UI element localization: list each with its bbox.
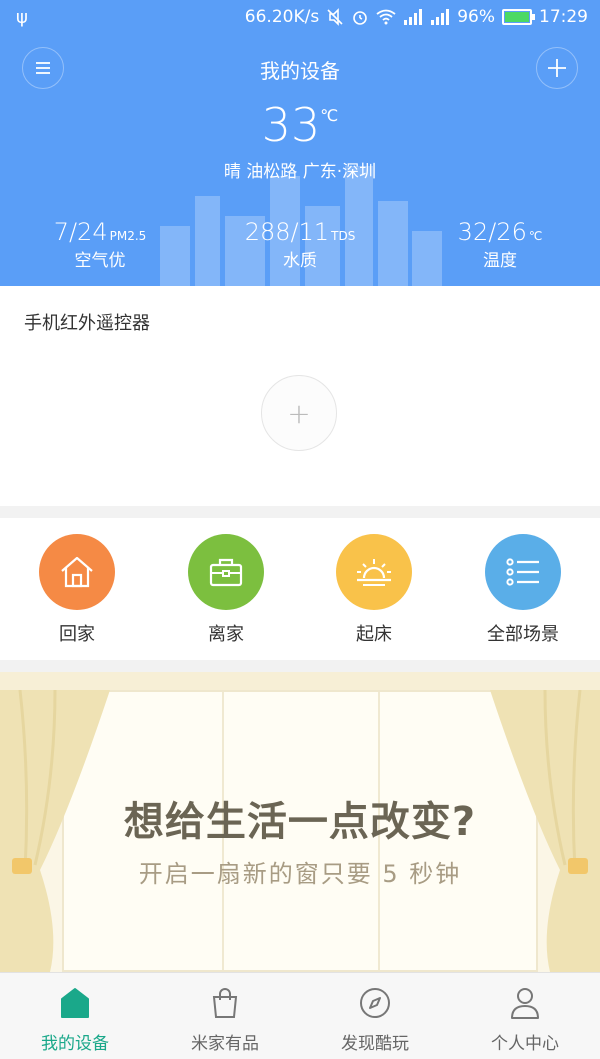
sunrise-icon <box>357 559 391 586</box>
add-device-button[interactable] <box>536 47 578 89</box>
weather-temperature[interactable]: 33℃ <box>0 98 600 152</box>
scene-home[interactable]: 回家 <box>12 534 142 646</box>
status-bar: ψ 66.20K/s 96% 17:29 <box>0 0 600 36</box>
banner-subtitle: 开启一扇新的窗只要 5 秒钟 <box>138 860 462 888</box>
temperature-value: 33 <box>261 98 321 152</box>
bottom-navigation: 我的设备 米家有品 发现酷玩 个人中心 <box>0 972 600 1059</box>
stat-label: 温度 <box>483 251 517 271</box>
compass-icon <box>360 988 390 1018</box>
scene-label: 起床 <box>356 624 392 645</box>
scene-wake-circle <box>336 534 412 610</box>
wifi-icon <box>376 9 396 25</box>
clock: 17:29 <box>539 7 588 27</box>
scene-leave[interactable]: 离家 <box>161 534 291 646</box>
header: ψ 66.20K/s 96% 17:29 我的设备 33℃ 晴 油松路 广东·深… <box>0 0 600 286</box>
tab-youpin[interactable]: 米家有品 <box>150 985 300 1054</box>
tab-label: 发现酷玩 <box>341 1034 409 1054</box>
home-filled-icon <box>61 988 89 1018</box>
plus-icon <box>548 59 566 77</box>
scene-label: 全部场景 <box>487 624 559 645</box>
plus-icon: + <box>287 396 311 430</box>
stat-value: 288/11 <box>244 218 330 246</box>
alarm-icon <box>353 11 368 25</box>
promo-banner[interactable]: 想给生活一点改变? 开启一扇新的窗只要 5 秒钟 <box>0 672 600 972</box>
signal-icon-2 <box>431 9 450 25</box>
banner-title: 想给生活一点改变? <box>123 799 477 845</box>
tab-profile[interactable]: 个人中心 <box>450 985 600 1054</box>
scene-label: 离家 <box>208 624 244 645</box>
usb-icon: ψ <box>16 7 28 28</box>
tab-my-devices[interactable]: 我的设备 <box>0 985 150 1054</box>
home-icon <box>61 556 93 588</box>
ir-remote-label: 手机红外遥控器 <box>24 313 150 334</box>
battery-percent: 96% <box>457 7 495 27</box>
stat-unit: PM2.5 <box>109 229 147 243</box>
scene-shortcuts: 回家 离家 起床 全部场景 <box>0 518 600 660</box>
stat-unit: ℃ <box>528 229 543 243</box>
briefcase-icon <box>209 558 243 587</box>
page-title: 我的设备 <box>260 59 340 83</box>
weather-location: 晴 油松路 广东·深圳 <box>223 162 377 182</box>
stat-temperature[interactable]: 32/26 ℃ 温度 <box>400 218 600 271</box>
scene-wake[interactable]: 起床 <box>309 534 439 646</box>
list-icon <box>506 558 539 586</box>
stat-value: 7/24 <box>53 218 108 246</box>
stat-water[interactable]: 288/11 TDS 水质 <box>200 218 400 271</box>
scene-all[interactable]: 全部场景 <box>458 534 588 646</box>
stat-air[interactable]: 7/24 PM2.5 空气优 <box>0 218 200 271</box>
add-remote-button[interactable]: + <box>261 375 337 451</box>
battery-icon <box>502 9 535 25</box>
scene-home-circle <box>39 534 115 610</box>
scene-leave-circle <box>188 534 264 610</box>
network-speed: 66.20K/s <box>244 7 320 27</box>
stat-unit: TDS <box>331 229 356 243</box>
temperature-unit: ℃ <box>320 106 339 125</box>
signal-icon <box>404 9 423 25</box>
stat-label: 水质 <box>283 251 317 271</box>
person-icon <box>511 988 539 1019</box>
tab-discover[interactable]: 发现酷玩 <box>300 985 450 1054</box>
stat-label: 空气优 <box>74 251 126 271</box>
environment-stats: 7/24 PM2.5 空气优 288/11 TDS 水质 32/26 ℃ 温度 <box>0 218 600 274</box>
scene-all-circle <box>485 534 561 610</box>
mute-icon <box>327 8 343 26</box>
tab-label: 个人中心 <box>491 1034 559 1054</box>
tab-label: 我的设备 <box>41 1034 109 1054</box>
shopping-bag-icon <box>212 988 238 1018</box>
tab-label: 米家有品 <box>191 1034 259 1054</box>
ir-remote-card[interactable]: 手机红外遥控器 + <box>0 286 600 506</box>
scene-label: 回家 <box>59 624 95 645</box>
stat-value: 32/26 <box>457 218 527 246</box>
